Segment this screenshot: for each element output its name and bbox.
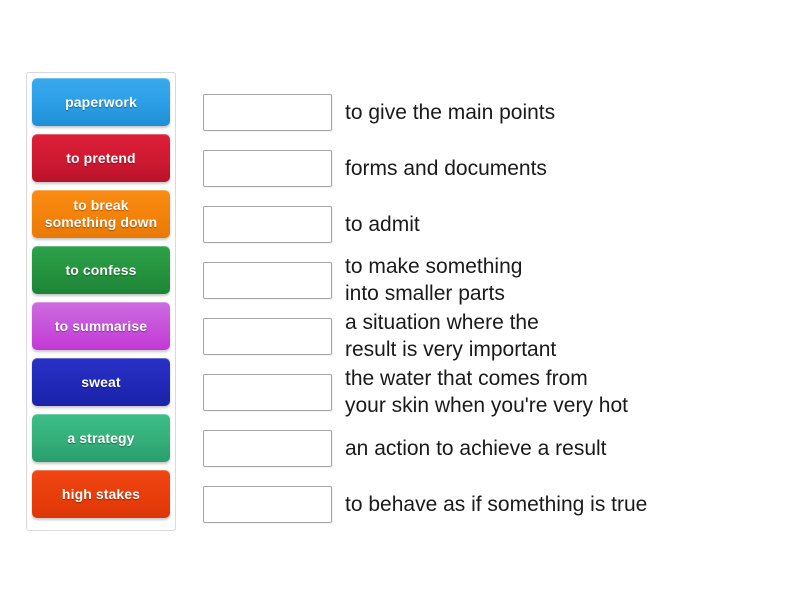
- definition-row: an action to achieve a result: [203, 420, 783, 476]
- word-tile[interactable]: sweat: [32, 358, 170, 406]
- definition-text: to make something into smaller parts: [345, 255, 523, 305]
- word-tile[interactable]: to break something down: [32, 190, 170, 238]
- definition-row: a situation where the result is very imp…: [203, 308, 783, 364]
- definition-row: to make something into smaller parts: [203, 252, 783, 308]
- answer-dropzone[interactable]: [203, 485, 332, 523]
- answer-dropzone[interactable]: [203, 261, 332, 299]
- definition-row: to behave as if something is true: [203, 476, 783, 532]
- definition-text: to give the main points: [345, 100, 556, 124]
- answer-dropzone[interactable]: [203, 317, 332, 355]
- definition-row: the water that comes from your skin when…: [203, 364, 783, 420]
- answer-dropzone[interactable]: [203, 429, 332, 467]
- word-tile[interactable]: paperwork: [32, 78, 170, 126]
- answer-dropzone[interactable]: [203, 149, 332, 187]
- word-tile-label: to summarise: [54, 317, 148, 334]
- definition-text: forms and documents: [345, 156, 547, 180]
- word-tile[interactable]: to confess: [32, 246, 170, 294]
- definition-text: the water that comes from your skin when…: [345, 367, 628, 417]
- word-tile-label: sweat: [81, 373, 121, 390]
- definition-text: to admit: [345, 212, 420, 236]
- word-tile-label: paperwork: [65, 93, 137, 110]
- word-tile-label: a strategy: [67, 429, 135, 446]
- definition-text: to behave as if something is true: [345, 492, 648, 516]
- word-tile[interactable]: to summarise: [32, 302, 170, 350]
- word-tile-label: to confess: [65, 261, 137, 278]
- definition-rows-list: to give the main points forms and documen…: [203, 84, 783, 532]
- answer-dropzone[interactable]: [203, 205, 332, 243]
- word-tile-label: to pretend: [66, 149, 136, 166]
- word-tile[interactable]: a strategy: [32, 414, 170, 462]
- answer-dropzone[interactable]: [203, 93, 332, 131]
- matchup-activity-board: paperwork to pretend to break something do…: [0, 0, 800, 600]
- definition-row: to give the main points: [203, 84, 783, 140]
- word-tile-label: high stakes: [61, 485, 141, 502]
- definition-text: an action to achieve a result: [345, 436, 607, 460]
- word-tiles-panel: paperwork to pretend to break something do…: [26, 72, 176, 531]
- word-tile-label: to break something down: [44, 197, 158, 230]
- definition-row: forms and documents: [203, 140, 783, 196]
- answer-dropzone[interactable]: [203, 373, 332, 411]
- definition-text: a situation where the result is very imp…: [345, 311, 557, 361]
- definition-row: to admit: [203, 196, 783, 252]
- word-tile[interactable]: high stakes: [32, 470, 170, 518]
- word-tile[interactable]: to pretend: [32, 134, 170, 182]
